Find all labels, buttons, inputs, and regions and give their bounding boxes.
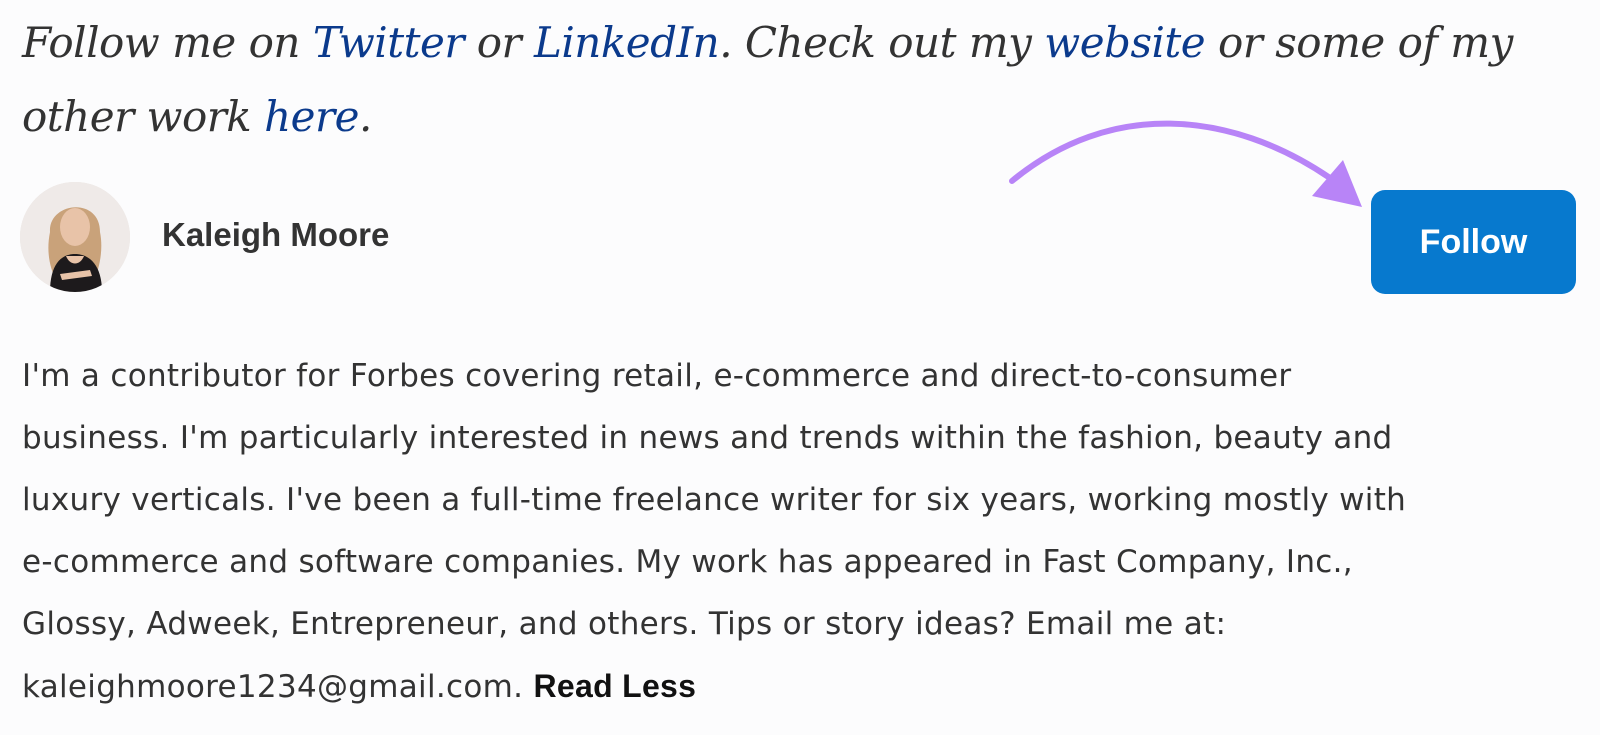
bio-line-6: kaleighmoore1234@gmail.com. — [22, 669, 534, 705]
intro-or: or — [463, 18, 534, 67]
bio-line-4: e-commerce and software companies. My wo… — [22, 544, 1353, 580]
author-name[interactable]: Kaleigh Moore — [162, 216, 389, 254]
bio-line-3: luxury verticals. I've been a full-time … — [22, 482, 1407, 518]
linkedin-link[interactable]: LinkedIn — [534, 18, 720, 67]
intro-prefix: Follow me on — [22, 18, 313, 67]
here-link[interactable]: here — [264, 92, 359, 141]
twitter-link[interactable]: Twitter — [313, 18, 465, 67]
bio-line-5: Glossy, Adweek, Entrepreneur, and others… — [22, 606, 1227, 642]
author-bio: I'm a contributor for Forbes covering re… — [22, 345, 1582, 718]
read-less-link[interactable]: Read Less — [533, 668, 696, 704]
website-link[interactable]: website — [1044, 18, 1205, 67]
avatar-portrait-icon — [20, 182, 130, 292]
bio-line-1: I'm a contributor for Forbes covering re… — [22, 358, 1292, 394]
intro-mid: . Check out my — [719, 18, 1045, 67]
intro-paragraph: Follow me on Twitter or LinkedIn. Check … — [22, 6, 1582, 154]
author-row: Kaleigh Moore Follow — [20, 182, 1580, 294]
author-avatar[interactable] — [20, 182, 130, 292]
follow-button[interactable]: Follow — [1371, 190, 1576, 294]
bio-line-2: business. I'm particularly interested in… — [22, 420, 1393, 456]
intro-end: . — [358, 92, 372, 141]
